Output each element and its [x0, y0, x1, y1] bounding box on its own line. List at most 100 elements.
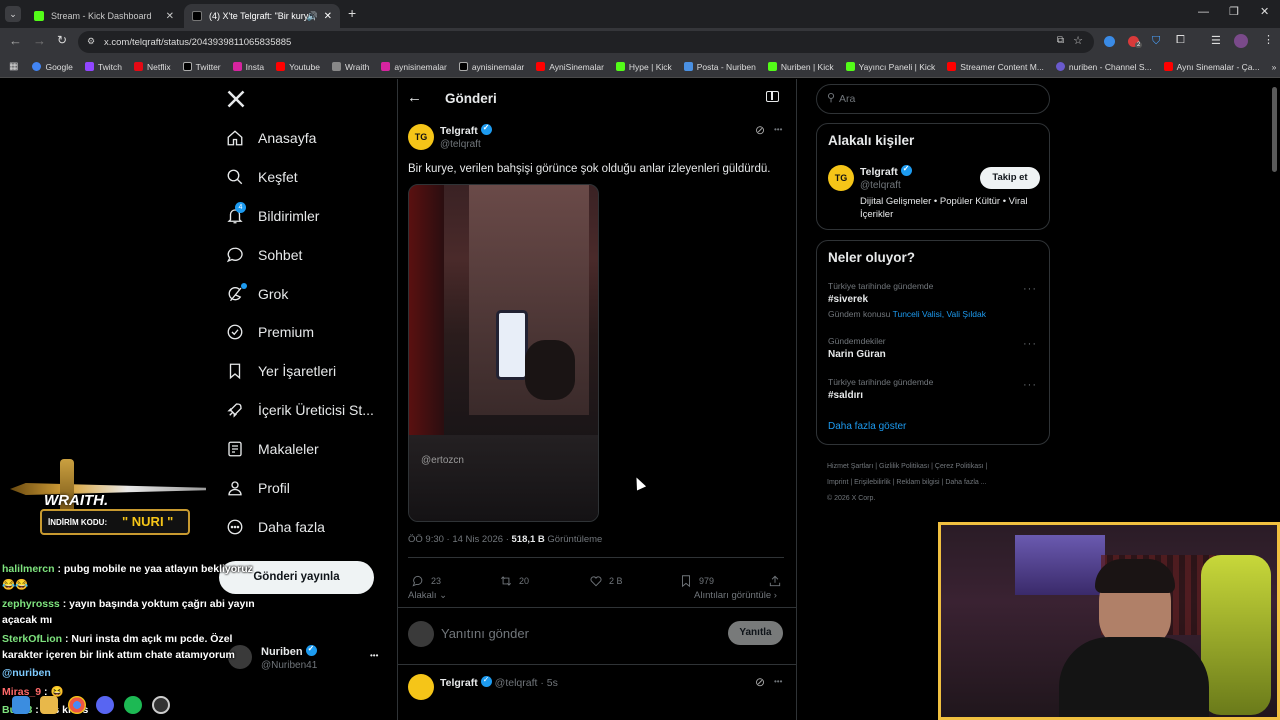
bookmark-item[interactable]: AyniSinemalar	[536, 62, 604, 72]
forward-icon[interactable]: →	[33, 33, 46, 48]
reload-icon[interactable]: ↻	[57, 33, 67, 47]
grok-explain-icon[interactable]: ⊘	[755, 675, 765, 689]
bookmark-item[interactable]: Twitter	[182, 62, 221, 72]
site-info-icon[interactable]: ⚙	[87, 36, 95, 47]
address-bar[interactable]: ⚙ x.com/telqraft/status/2043939811065835…	[78, 31, 1094, 53]
footer-link[interactable]: Imprint	[827, 479, 848, 486]
footer-link[interactable]: Çerez Politikası	[935, 463, 984, 470]
account-menu-icon[interactable]: •••	[370, 651, 378, 660]
start-icon[interactable]	[12, 696, 30, 714]
footer-link[interactable]: Daha fazla ...	[945, 479, 986, 486]
back-arrow-icon[interactable]: ←	[407, 89, 422, 106]
bookmark-item[interactable]: Posta - Nuriben	[683, 62, 756, 72]
x-logo-icon[interactable]	[226, 89, 246, 109]
trend-more-icon[interactable]: ···	[1023, 283, 1037, 295]
tweet-author-name[interactable]: Telgraft	[440, 123, 492, 137]
explorer-icon[interactable]	[40, 696, 58, 714]
bookmark-item[interactable]: Twitch	[84, 62, 122, 72]
show-more-link[interactable]: Daha fazla göster	[828, 421, 906, 432]
bookmark-item[interactable]: aynisinemalar	[381, 62, 447, 72]
page-scrollbar[interactable]	[1272, 87, 1277, 172]
new-tab-button[interactable]: +	[348, 5, 356, 21]
nav-creator-studio[interactable]: İçerik Üreticisi St...	[226, 397, 374, 423]
footer-link[interactable]: Hizmet Şartları	[827, 463, 873, 470]
tab-close-icon[interactable]: ✕	[166, 11, 174, 22]
tweet-author-avatar[interactable]: TG	[408, 124, 434, 150]
bookmark-item[interactable]: Youtube	[276, 62, 320, 72]
bookmark-button[interactable]: 979	[679, 574, 714, 588]
nav-articles[interactable]: Makaleler	[226, 436, 319, 462]
bookmark-item[interactable]: Insta	[232, 62, 264, 72]
tab-search-button[interactable]: ⌄	[5, 6, 21, 22]
grok-explain-icon[interactable]: ⊘	[755, 123, 765, 137]
sort-dropdown[interactable]: Alakalı ⌄	[408, 590, 447, 601]
bookmark-item[interactable]: nuriben - Channel S...	[1055, 62, 1152, 72]
bookmarks-overflow-icon[interactable]: »	[1272, 62, 1277, 72]
close-window-icon[interactable]: ✕	[1260, 5, 1269, 18]
footer-link[interactable]: Reklam bilgisi	[896, 479, 939, 486]
tab-close-icon[interactable]: ✕	[324, 11, 332, 22]
tweet-more-icon[interactable]: •••	[774, 125, 782, 134]
nav-explore[interactable]: Keşfet	[226, 164, 298, 190]
obs-icon[interactable]	[152, 696, 170, 714]
nav-more[interactable]: Daha fazla	[226, 514, 325, 540]
footer-link[interactable]: Erişilebilirlik	[854, 479, 891, 486]
related-avatar[interactable]: TG	[828, 165, 854, 191]
next-tweet-avatar[interactable]	[408, 674, 434, 700]
extension-icon[interactable]	[1104, 36, 1115, 47]
bookmark-item[interactable]: Yayıncı Paneli | Kick	[845, 62, 935, 72]
nav-bookmarks[interactable]: Yer İşaretleri	[226, 358, 336, 384]
related-name[interactable]: Telgraft	[860, 164, 912, 178]
minimize-icon[interactable]: —	[1198, 6, 1209, 18]
chrome-icon[interactable]	[68, 696, 86, 714]
apps-icon[interactable]: ▦	[9, 61, 18, 72]
next-tweet-more-icon[interactable]: •••	[774, 677, 782, 686]
bookmark-item[interactable]: Hype | Kick	[615, 62, 672, 72]
trend-more-icon[interactable]: ···	[1023, 338, 1037, 350]
next-tweet-handle[interactable]: @telqraft	[495, 677, 538, 689]
bookmark-item[interactable]: aynisinemalar	[458, 62, 524, 72]
bookmark-item[interactable]: Netflix	[133, 62, 171, 72]
reader-view-icon[interactable]	[766, 91, 779, 102]
back-icon[interactable]: ←	[9, 33, 22, 48]
reading-list-icon[interactable]: ☰	[1211, 34, 1221, 47]
trend-sub-link[interactable]: Tunceli Valisi, Vali Şıldak	[893, 309, 986, 319]
puzzle-icon[interactable]: ⧠	[1176, 34, 1185, 47]
bookmark-item[interactable]: Aynı Sinemalar - Ça...	[1163, 62, 1260, 72]
trend-item[interactable]: Türkiye tarihinde gündemde #saldırı ···	[817, 377, 1049, 407]
tweet-video[interactable]: @ertozcn	[408, 184, 599, 522]
trend-more-icon[interactable]: ···	[1023, 379, 1037, 391]
star-icon[interactable]: ☆	[1073, 34, 1083, 47]
bookmark-item[interactable]: Nuriben | Kick	[767, 62, 834, 72]
like-button[interactable]: 2 B	[589, 574, 623, 588]
follow-button[interactable]: Takip et	[980, 167, 1040, 189]
install-icon[interactable]: ⧉	[1057, 35, 1064, 46]
reply-button-submit[interactable]: Yanıtla	[728, 621, 783, 645]
footer-link[interactable]: Gizlilik Politikası	[879, 463, 929, 470]
shield-icon[interactable]: ⛉	[1152, 35, 1160, 48]
nav-home[interactable]: Anasayfa	[226, 125, 316, 151]
speaker-icon[interactable]: 🔊	[307, 11, 318, 22]
view-quotes-link[interactable]: Alıntıları görüntüle ›	[694, 590, 777, 601]
nav-profile[interactable]: Profil	[226, 475, 290, 501]
nav-grok[interactable]: Grok	[226, 281, 288, 307]
share-button[interactable]	[768, 574, 788, 588]
nav-notifications[interactable]: Bildirimler 4	[226, 202, 319, 229]
reply-input[interactable]: Yanıtını gönder	[441, 626, 711, 641]
next-tweet-author[interactable]: Telgraft	[440, 677, 478, 689]
trend-item[interactable]: Gündemdekiler Narin Güran ···	[817, 336, 1049, 366]
tab-x-post[interactable]: (4) X'te Telgraft: "Bir kurye, 🔊 ✕	[184, 4, 340, 28]
nav-chat[interactable]: Sohbet	[226, 242, 302, 268]
reply-button[interactable]: 23	[411, 574, 441, 588]
bookmark-item[interactable]: Google	[32, 62, 73, 72]
spotify-icon[interactable]	[124, 696, 142, 714]
retweet-button[interactable]: 20	[499, 574, 529, 588]
maximize-icon[interactable]: ❐	[1229, 5, 1239, 18]
discord-icon[interactable]	[96, 696, 114, 714]
related-handle[interactable]: @telqraft	[860, 180, 901, 191]
search-box[interactable]: ⚲ Ara	[816, 84, 1050, 114]
menu-icon[interactable]: ⋮	[1263, 33, 1274, 46]
bookmark-item[interactable]: Wraith	[331, 62, 369, 72]
tab-kick-dashboard[interactable]: Stream - Kick Dashboard ✕	[26, 4, 182, 28]
tweet-author-handle[interactable]: @telqraft	[440, 139, 481, 150]
